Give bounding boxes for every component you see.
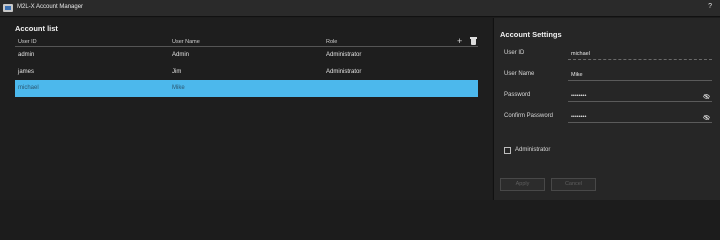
table-header: User ID User Name Role — [15, 39, 478, 47]
account-settings-title: Account Settings — [500, 30, 562, 39]
password-value: •••••••• — [571, 93, 587, 99]
confirm-password-field[interactable]: •••••••• — [568, 112, 712, 123]
user-id-field[interactable]: michael — [568, 49, 712, 60]
cell-user-id: james — [18, 68, 35, 75]
cell-user-name: Admin — [172, 52, 190, 58]
column-header-user-id[interactable]: User ID — [18, 39, 37, 45]
password-field[interactable]: •••••••• — [568, 91, 712, 102]
eye-off-icon[interactable] — [703, 94, 710, 99]
app-logo-icon — [3, 4, 13, 12]
cell-role: Administrator — [326, 52, 362, 58]
help-button[interactable]: ? — [708, 3, 712, 10]
password-label: Password — [504, 92, 531, 98]
apply-button[interactable]: Apply — [500, 178, 545, 191]
account-list-panel: Account list + User ID User Name Role ad… — [0, 18, 492, 200]
confirm-password-label: Confirm Password — [504, 113, 554, 119]
table-row[interactable]: james Jim Administrator — [15, 64, 478, 81]
cancel-button[interactable]: Cancel — [551, 178, 596, 191]
cell-user-id: michael — [18, 85, 39, 91]
account-table: User ID User Name Role admin Admin Admin… — [15, 39, 478, 97]
cell-user-name: Jim — [172, 68, 182, 75]
user-name-label: User Name — [504, 71, 535, 77]
cell-role: Administrator — [326, 68, 362, 75]
confirm-password-value: •••••••• — [571, 114, 587, 120]
account-list-title: Account list — [15, 24, 58, 33]
user-name-field[interactable]: Mike — [568, 70, 712, 81]
column-header-user-name[interactable]: User Name — [172, 39, 200, 45]
cell-user-id: admin — [18, 52, 35, 58]
table-row-selected[interactable]: michael Mike — [15, 80, 478, 97]
cell-user-name: Mike — [172, 85, 185, 91]
column-header-role[interactable]: Role — [326, 39, 337, 45]
administrator-label: Administrator — [515, 147, 551, 153]
table-row[interactable]: admin Admin Administrator — [15, 47, 478, 64]
eye-off-icon[interactable] — [703, 115, 710, 120]
title-bar: M2L-X Account Manager ? — [0, 0, 720, 17]
app-title: M2L-X Account Manager — [17, 4, 84, 10]
account-settings-panel: Account Settings User ID michael User Na… — [493, 18, 720, 200]
user-id-label: User ID — [504, 50, 525, 56]
administrator-checkbox[interactable] — [504, 147, 511, 154]
